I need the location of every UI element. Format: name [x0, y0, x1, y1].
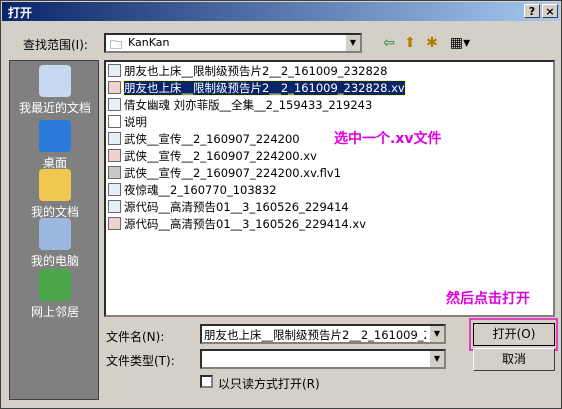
filename-label: 文件名(N): [106, 330, 165, 344]
file-item[interactable]: 武侠__宣传__2_160907_224200 [108, 131, 300, 147]
place-label: 桌面 [42, 156, 67, 170]
network-places-icon [39, 269, 71, 301]
file-item[interactable]: 武侠__宣传__2_160907_224200.xv [108, 148, 317, 164]
file-item[interactable]: 夜惊魂__2_160770_103832 [108, 182, 277, 198]
xv-file-icon [108, 217, 121, 230]
places-bar: 我最近的文档 桌面 我的文档 我的电脑 网上邻居 [9, 60, 99, 400]
view-menu-icon[interactable]: ▦▾ [448, 34, 472, 52]
my-computer-icon [39, 218, 71, 250]
readonly-label: 以只读方式打开(R) [218, 377, 320, 391]
annotation-select: 选中一个.xv文件 [334, 131, 442, 147]
file-icon [108, 200, 121, 213]
readonly-checkbox[interactable] [200, 375, 213, 388]
help-button[interactable]: ? [524, 4, 540, 18]
chevron-down-icon[interactable]: ▼ [429, 351, 444, 367]
file-icon [108, 132, 121, 145]
file-icon [108, 64, 121, 77]
place-label: 我的文档 [30, 205, 79, 219]
lookin-combo[interactable]: 🗀 KanKan ▼ [104, 33, 362, 53]
place-desktop[interactable]: 桌面 [10, 120, 100, 171]
open-dialog: 打开 ? × 查找范围(I): 🗀 KanKan ▼ ⇦ ⬆ ✱ ▦▾ 我最近的… [0, 0, 562, 409]
place-my-documents[interactable]: 我的文档 [10, 169, 100, 220]
filename-value: 朋友也上床__限制级预告片2__2_161009_23 [204, 328, 426, 342]
new-folder-icon[interactable]: ✱ [423, 34, 441, 52]
file-item[interactable]: 说明 [108, 114, 147, 130]
file-icon [108, 183, 121, 196]
place-label: 我的电脑 [30, 254, 79, 268]
file-item[interactable]: 武侠__宣传__2_160907_224200.xv.flv1 [108, 165, 341, 181]
file-item-selected[interactable]: 朋友也上床__限制级预告片2__2_161009_232828.xv [108, 80, 406, 96]
flv-file-icon [108, 166, 121, 179]
open-button[interactable]: 打开(O) [473, 323, 555, 346]
place-recent[interactable]: 我最近的文档 [10, 65, 100, 116]
file-item[interactable]: 源代码__高清预告01__3_160526_229414.xv [108, 216, 366, 232]
window-title: 打开 [8, 6, 33, 20]
recent-documents-icon [39, 65, 71, 97]
annotation-click: 然后点击打开 [446, 291, 530, 307]
desktop-icon [39, 120, 71, 152]
close-button[interactable]: × [542, 4, 558, 18]
file-icon [108, 98, 121, 111]
filename-input[interactable]: 朋友也上床__限制级预告片2__2_161009_23 ▼ [200, 324, 446, 344]
cancel-button[interactable]: 取消 [473, 348, 555, 371]
chevron-down-icon[interactable]: ▼ [345, 35, 360, 51]
my-documents-icon [39, 169, 71, 201]
filetype-select[interactable]: ▼ [200, 349, 446, 369]
filetype-label: 文件类型(T): [106, 354, 175, 368]
xv-file-icon [108, 81, 121, 94]
place-label: 我最近的文档 [18, 101, 91, 115]
chevron-down-icon[interactable]: ▼ [429, 326, 444, 342]
file-list: 朋友也上床__限制级预告片2__2_161009_232828 朋友也上床__限… [104, 60, 555, 317]
file-item[interactable]: 倩女幽魂 刘亦菲版__全集__2_159433_219243 [108, 97, 372, 113]
lookin-label: 查找范围(I): [23, 38, 88, 52]
place-my-computer[interactable]: 我的电脑 [10, 218, 100, 269]
title-bar: 打开 ? × [2, 2, 560, 21]
xv-file-icon [108, 149, 121, 162]
lookin-value: KanKan [128, 36, 170, 49]
place-label: 网上邻居 [30, 305, 79, 319]
back-icon[interactable]: ⇦ [380, 34, 398, 52]
text-file-icon [108, 115, 121, 128]
file-item[interactable]: 源代码__高清预告01__3_160526_229414 [108, 199, 349, 215]
file-item[interactable]: 朋友也上床__限制级预告片2__2_161009_232828 [108, 63, 387, 79]
folder-icon: 🗀 [110, 38, 123, 52]
place-network[interactable]: 网上邻居 [10, 269, 100, 320]
up-folder-icon[interactable]: ⬆ [401, 34, 419, 52]
